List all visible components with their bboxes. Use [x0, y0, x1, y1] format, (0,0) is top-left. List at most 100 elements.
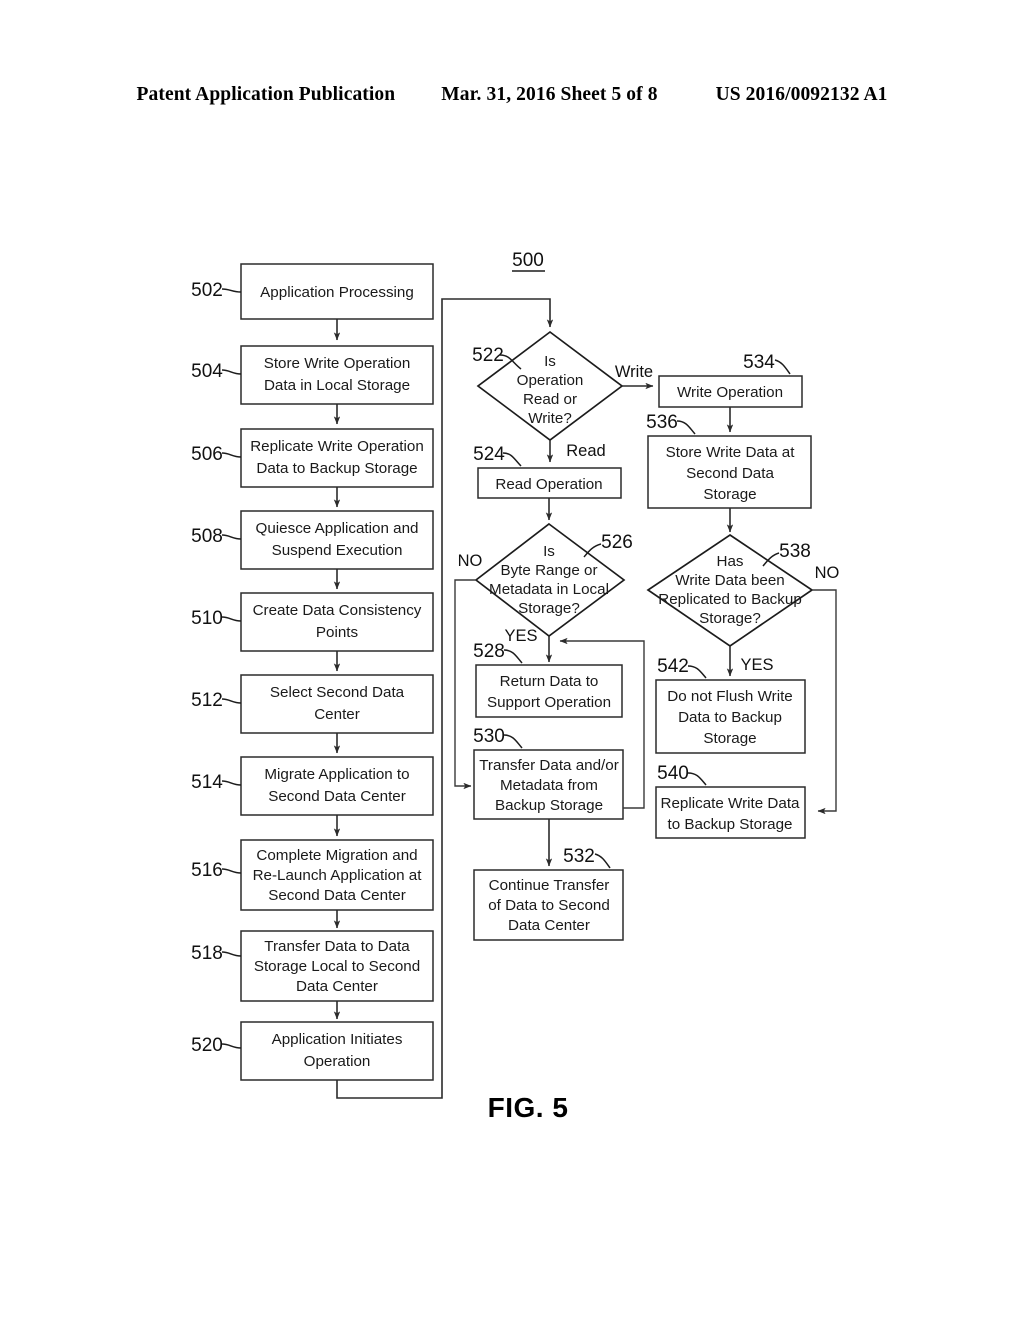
node-506-line-1: Data to Backup Storage	[256, 460, 417, 477]
node-538-ref: 538	[779, 541, 811, 562]
node-532-line-1: of Data to Second	[488, 897, 610, 914]
edge-label-write: Write	[615, 363, 653, 381]
node-530-ref: 530	[473, 726, 505, 747]
node-530-line-0: Transfer Data and/or	[479, 757, 619, 774]
edge-label-read: Read	[566, 442, 605, 460]
node-522-line-2: Read or	[523, 391, 577, 408]
node-526-is-byte-range-or-metadata-in-local-storage: Is Byte Range or Metadata in Local Stora…	[474, 522, 633, 638]
node-536-line-2: Storage	[703, 486, 756, 503]
node-512-line-0: Select Second Data	[270, 684, 405, 701]
node-520-ref: 520	[191, 1035, 223, 1056]
edge-label-no-538: NO	[815, 564, 840, 582]
node-518-ref: 518	[191, 943, 223, 964]
node-538-line-2: Replicated to Backup	[658, 591, 802, 608]
node-540-line-1: to Backup Storage	[668, 816, 793, 833]
node-516-line-2: Second Data Center	[268, 887, 406, 904]
node-502-application-processing: Application Processing 502	[191, 263, 434, 320]
node-520-line-1: Operation	[304, 1053, 371, 1070]
node-522-line-1: Operation	[517, 372, 584, 389]
node-524-line-0: Read Operation	[495, 476, 602, 493]
edge-label-no-526: NO	[458, 552, 483, 570]
node-528-return-data-to-support-operation: Return Data to Support Operation 528	[473, 641, 623, 718]
node-512-select-second-data-center: Select Second Data Center 512	[191, 674, 434, 734]
node-520-line-0: Application Initiates	[272, 1031, 403, 1048]
node-528-ref: 528	[473, 641, 505, 662]
node-514-ref: 514	[191, 772, 223, 793]
node-528-line-1: Support Operation	[487, 694, 611, 711]
node-538-line-1: Write Data been	[675, 572, 784, 589]
node-508-line-0: Quiesce Application and	[256, 520, 419, 537]
node-532-line-2: Data Center	[508, 917, 590, 934]
node-502-line-0: Application Processing	[260, 284, 414, 301]
node-542-ref: 542	[657, 656, 689, 677]
node-530-transfer-data-andor-metadata-from-backup-storage: Transfer Data and/or Metadata from Backu…	[473, 726, 624, 820]
node-518-line-0: Transfer Data to Data	[264, 938, 410, 955]
node-532-line-0: Continue Transfer	[489, 877, 610, 894]
node-512-line-1: Center	[314, 706, 360, 723]
edge-label-yes-526: YES	[504, 627, 537, 645]
node-534-ref: 534	[743, 352, 775, 373]
node-516-line-0: Complete Migration and	[256, 847, 417, 864]
node-532-ref: 532	[563, 846, 595, 867]
node-516-ref: 516	[191, 860, 223, 881]
diagram-reference-500: 500	[512, 250, 545, 272]
node-542-line-2: Storage	[703, 730, 756, 747]
node-542-line-1: Data to Backup	[678, 709, 782, 726]
node-522-line-3: Write?	[528, 410, 572, 427]
node-514-migrate-application-to-second-data-center: Migrate Application to Second Data Cente…	[191, 756, 434, 816]
node-510-create-data-consistency-points: Create Data Consistency Points 510	[191, 592, 434, 652]
node-516-complete-migration-and-re-launch-application: Complete Migration and Re-Launch Applica…	[191, 839, 434, 911]
node-514-line-1: Second Data Center	[268, 788, 406, 805]
node-538-line-0: Has	[716, 553, 743, 570]
node-536-store-write-data-at-second-data-storage: Store Write Data at Second Data Storage …	[646, 412, 812, 509]
node-530-line-1: Metadata from	[500, 777, 598, 794]
node-520-application-initiates-operation: Application Initiates Operation 520	[191, 1021, 434, 1081]
node-540-replicate-write-data-to-backup-storage: Replicate Write Data to Backup Storage 5…	[655, 763, 806, 839]
node-508-quiesce-application-and-suspend-execution: Quiesce Application and Suspend Executio…	[191, 510, 434, 570]
edge-538-no-to-540	[812, 589, 837, 815]
node-504-line-0: Store Write Operation	[264, 355, 411, 372]
node-530-line-2: Backup Storage	[495, 797, 603, 814]
node-522-is-operation-read-or-write: Is Operation Read or Write? 522	[472, 330, 624, 442]
node-504-store-write-operation-data-in-local-storage: Store Write Operation Data in Local Stor…	[191, 345, 434, 405]
node-522-ref: 522	[472, 345, 504, 366]
node-502-ref: 502	[191, 280, 223, 301]
node-526-line-1: Byte Range or	[500, 562, 597, 579]
node-514-line-0: Migrate Application to	[264, 766, 409, 783]
node-526-line-3: Storage?	[518, 600, 580, 617]
edge-526-no-to-530	[454, 579, 476, 790]
node-528-line-0: Return Data to	[500, 673, 599, 690]
node-526-line-0: Is	[543, 543, 555, 560]
node-534-line-0: Write Operation	[677, 384, 783, 401]
node-510-ref: 510	[191, 608, 223, 629]
node-534-write-operation: Write Operation 534	[658, 352, 803, 408]
node-504-line-1: Data in Local Storage	[264, 377, 410, 394]
node-518-line-2: Data Center	[296, 978, 378, 995]
node-526-ref: 526	[601, 532, 633, 553]
node-540-ref: 540	[657, 763, 689, 784]
figure-caption: FIG. 5	[488, 1092, 569, 1123]
node-508-ref: 508	[191, 526, 223, 547]
node-516-line-1: Re-Launch Application at	[253, 867, 423, 884]
node-538-line-3: Storage?	[699, 610, 761, 627]
node-506-replicate-write-operation-data-to-backup-storage: Replicate Write Operation Data to Backup…	[191, 428, 434, 488]
node-510-line-0: Create Data Consistency	[253, 602, 422, 619]
node-538-has-write-data-been-replicated-to-backup-storage: Has Write Data been Replicated to Backup…	[646, 533, 814, 648]
node-512-ref: 512	[191, 690, 223, 711]
edge-label-yes-538: YES	[740, 656, 773, 674]
node-506-ref: 506	[191, 444, 223, 465]
node-506-line-0: Replicate Write Operation	[250, 438, 424, 455]
node-536-ref: 536	[646, 412, 678, 433]
node-510-line-1: Points	[316, 624, 359, 641]
node-524-ref: 524	[473, 444, 505, 465]
node-540-line-0: Replicate Write Data	[661, 795, 801, 812]
figure-5-flowchart: 500 FIG. 5 Application Processing 502 St…	[0, 0, 1024, 1320]
node-526-line-2: Metadata in Local	[489, 581, 609, 598]
node-518-transfer-data-to-data-storage-local: Transfer Data to Data Storage Local to S…	[191, 930, 434, 1002]
node-518-line-1: Storage Local to Second	[254, 958, 420, 975]
node-536-line-0: Store Write Data at	[666, 444, 796, 461]
node-504-ref: 504	[191, 361, 223, 382]
diagram-ref-label: 500	[512, 250, 544, 271]
node-542-line-0: Do not Flush Write	[667, 688, 792, 705]
node-536-line-1: Second Data	[686, 465, 774, 482]
